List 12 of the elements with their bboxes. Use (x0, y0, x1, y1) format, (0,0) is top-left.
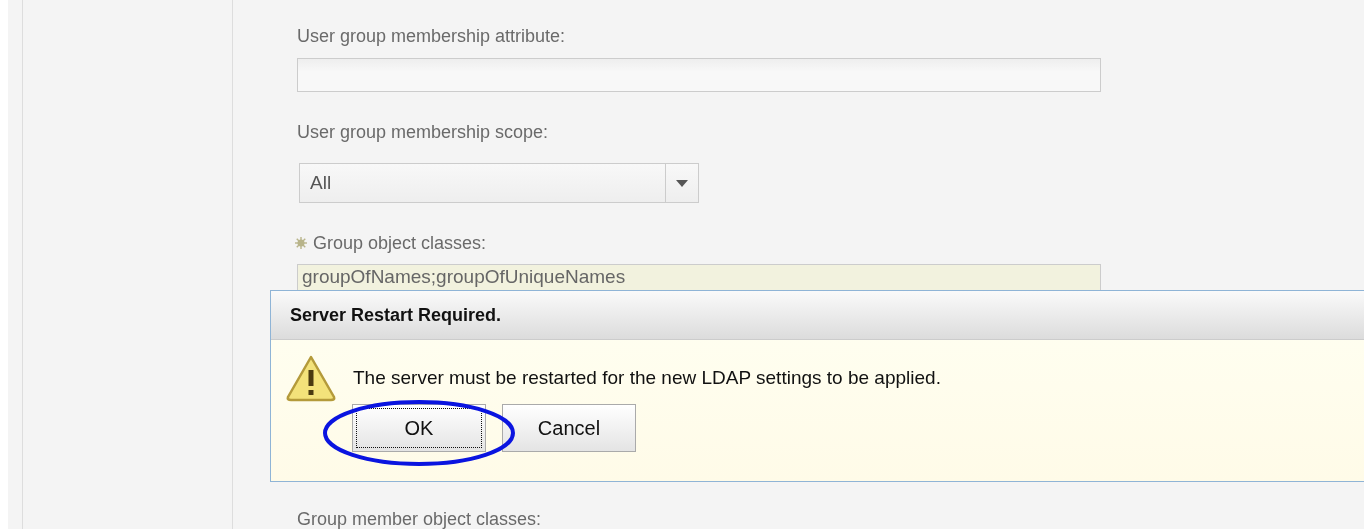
ok-button[interactable]: OK (352, 404, 486, 452)
field-label: Group member object classes: (297, 508, 542, 529)
dropdown-arrow-icon (676, 179, 688, 187)
text-field[interactable] (297, 58, 1101, 92)
dialog-message: The server must be restarted for the new LDAP settings to be applied. (353, 367, 941, 389)
dialog-title: Server Restart Required. (290, 304, 502, 326)
cancel-button[interactable]: Cancel (502, 404, 636, 452)
field-label: User group membership attribute: (297, 25, 566, 48)
scope-dropdown[interactable]: All (299, 163, 699, 203)
field-label: Group object classes: (313, 232, 487, 255)
field-label: User group membership scope: (297, 121, 549, 144)
warning-icon (285, 354, 337, 402)
